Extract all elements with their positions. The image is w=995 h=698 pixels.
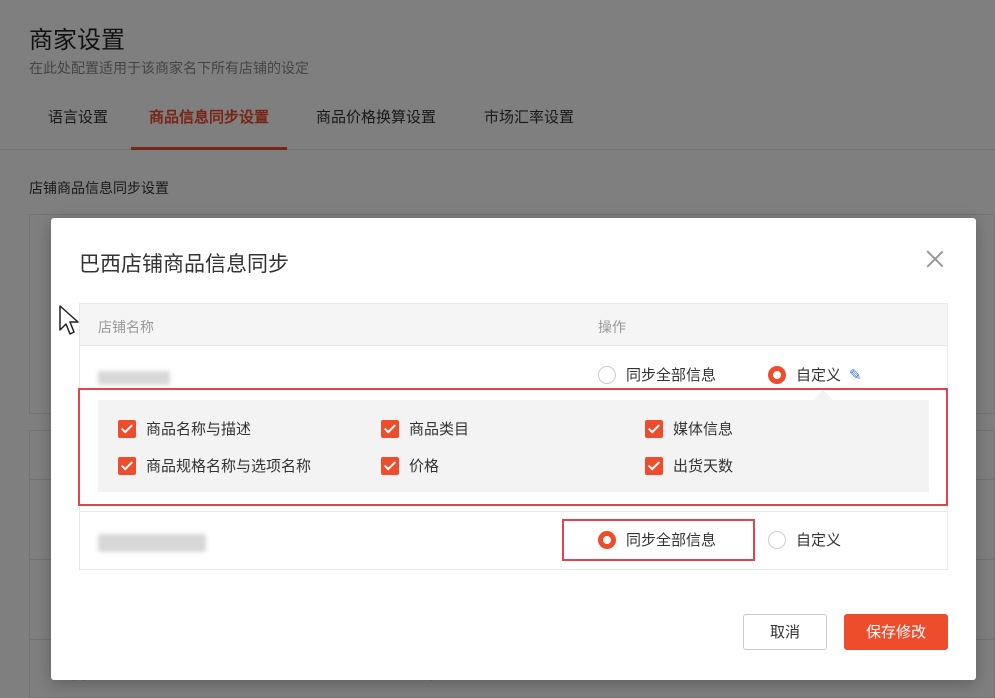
highlight-custom-options	[78, 388, 948, 506]
column-action: 操作	[598, 320, 626, 336]
cancel-button[interactable]: 取消	[743, 614, 827, 650]
row-divider	[80, 511, 947, 512]
custom-radio[interactable]: 自定义 ✎	[768, 364, 865, 385]
save-button[interactable]: 保存修改	[844, 614, 948, 650]
modal-title: 巴西店铺商品信息同步	[79, 252, 289, 276]
table-header: 店铺名称 操作	[80, 304, 947, 346]
custom-label: 自定义	[796, 366, 842, 384]
sync-all-label: 同步全部信息	[626, 366, 717, 384]
mouse-pointer-icon	[59, 305, 79, 335]
custom-label: 自定义	[796, 531, 842, 549]
shop-name-redacted	[98, 534, 206, 552]
highlight-sync-all	[562, 519, 755, 561]
shop-name-redacted	[98, 371, 170, 385]
custom-radio[interactable]: 自定义	[768, 529, 841, 550]
column-shop-name: 店铺名称	[98, 320, 154, 336]
radio-checked-icon	[768, 365, 786, 384]
sync-all-radio[interactable]: 同步全部信息	[598, 364, 716, 385]
radio-unchecked-icon	[598, 365, 616, 384]
close-icon[interactable]	[924, 248, 946, 270]
radio-unchecked-icon	[768, 530, 786, 549]
pencil-icon[interactable]: ✎	[849, 367, 865, 383]
